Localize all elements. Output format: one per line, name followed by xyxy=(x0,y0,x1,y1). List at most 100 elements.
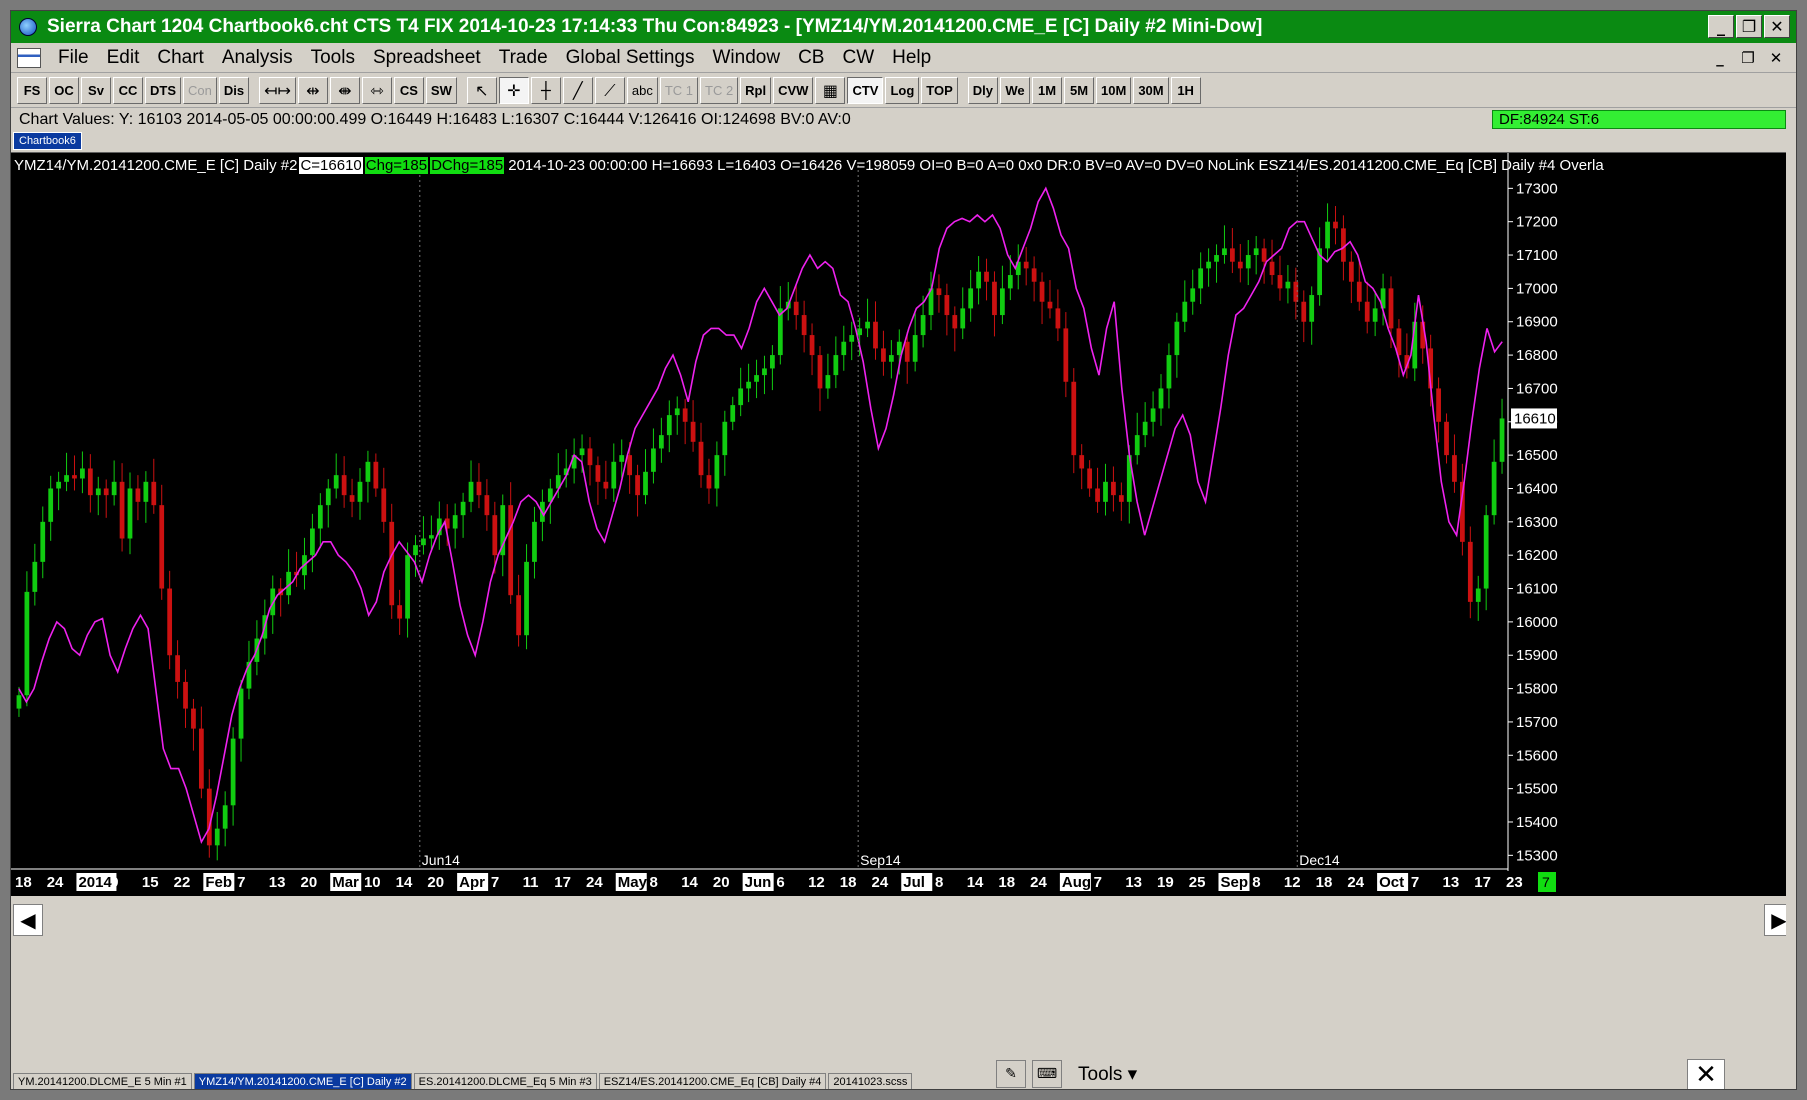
candle-body xyxy=(643,471,648,496)
crosshair-icon[interactable]: ✛ xyxy=(498,77,529,104)
y-tick-label: 16500 xyxy=(1516,447,1558,464)
candle-body xyxy=(627,455,633,476)
sv-button[interactable]: Sv xyxy=(81,77,111,104)
text-tool-button[interactable]: abc xyxy=(626,77,658,104)
candle-body xyxy=(64,475,69,482)
ctv-button[interactable]: CTV xyxy=(847,77,884,104)
1m-button[interactable]: 1M xyxy=(1032,77,1063,104)
10m-button[interactable]: 10M xyxy=(1096,77,1132,104)
sw-button[interactable]: SW xyxy=(425,77,457,104)
menu-window[interactable]: Window xyxy=(704,47,790,69)
signature-icon[interactable]: ✎ xyxy=(996,1060,1026,1088)
log-button[interactable]: Log xyxy=(885,77,920,104)
ray-tool-icon[interactable]: ⟋ xyxy=(594,77,625,104)
daily-button[interactable]: Dly xyxy=(967,77,999,104)
keyboard-icon[interactable]: ⌨ xyxy=(1032,1060,1062,1088)
date-tick-label: 14 xyxy=(967,874,984,891)
cvw-button[interactable]: CVW xyxy=(773,77,814,104)
shrink-range-icon[interactable]: ⇼ xyxy=(329,77,360,104)
candle-body xyxy=(801,315,807,336)
weekly-button[interactable]: We xyxy=(1000,77,1031,104)
y-tick-label: 17300 xyxy=(1516,180,1558,197)
candle-body xyxy=(1007,275,1013,289)
chart-tab-4[interactable]: ESZ14/ES.20141200.CME_Eq [CB] Daily #4 xyxy=(598,1073,827,1089)
menu-chart[interactable]: Chart xyxy=(148,47,212,69)
candle-body xyxy=(635,475,640,496)
candle-body xyxy=(888,355,894,362)
candle-body xyxy=(698,441,704,476)
menu-file[interactable]: File xyxy=(49,47,98,69)
document-icon[interactable] xyxy=(17,47,41,68)
tools-dropdown[interactable]: Tools ▾ xyxy=(1078,1063,1137,1086)
mdi-close-icon[interactable]: ✕ xyxy=(1764,47,1788,69)
chartbook-tab[interactable]: Chartbook6 xyxy=(13,132,82,150)
tc1-button[interactable]: TC 1 xyxy=(659,77,698,104)
menu-bar: File Edit Chart Analysis Tools Spreadshe… xyxy=(11,43,1796,73)
chart-tab-1[interactable]: YM.20141200.DLCME_E 5 Min #1 xyxy=(13,1073,192,1089)
candle-body xyxy=(428,535,434,539)
menu-trade[interactable]: Trade xyxy=(490,47,557,69)
candle-body xyxy=(111,481,117,496)
date-tick-label: 12 xyxy=(1284,874,1301,891)
calendar-icon[interactable]: ▦ xyxy=(815,77,846,104)
mdi-restore-icon[interactable]: ❐ xyxy=(1736,47,1760,69)
1h-button[interactable]: 1H xyxy=(1170,77,1201,104)
candle-body xyxy=(1348,261,1354,282)
menu-global-settings[interactable]: Global Settings xyxy=(557,47,704,69)
oc-button[interactable]: OC xyxy=(49,77,79,104)
cs-button[interactable]: CS xyxy=(393,77,424,104)
candle-body xyxy=(976,271,981,289)
candle-body xyxy=(920,315,926,336)
menu-spreadsheet[interactable]: Spreadsheet xyxy=(364,47,490,69)
chart-tab-2[interactable]: YMZ14/YM.20141200.CME_E [C] Daily #2 xyxy=(193,1073,412,1089)
tc2-button[interactable]: TC 2 xyxy=(700,77,739,104)
menu-cb[interactable]: CB xyxy=(789,47,833,69)
pointer-icon[interactable]: ↖ xyxy=(466,77,497,104)
menu-help[interactable]: Help xyxy=(883,47,940,69)
candle-body xyxy=(452,515,458,529)
con-button[interactable]: Con xyxy=(183,77,217,104)
y-tick-label: 15300 xyxy=(1516,847,1558,864)
price-chart[interactable]: 1730017200171001700016900168001670016600… xyxy=(11,153,1797,897)
date-tick-label: 8 xyxy=(649,874,657,891)
line-tool-icon[interactable]: ╱ xyxy=(562,77,593,104)
30m-button[interactable]: 30M xyxy=(1133,77,1169,104)
chart-region[interactable]: 1730017200171001700016900168001670016600… xyxy=(11,152,1797,897)
scale-range-icon[interactable]: ⇿ xyxy=(361,77,392,104)
close-icon[interactable]: ✕ xyxy=(1764,15,1790,38)
fs-button[interactable]: FS xyxy=(17,77,47,104)
top-button[interactable]: TOP xyxy=(921,77,958,104)
candle-body xyxy=(317,505,323,529)
date-tick-label: 10 xyxy=(364,874,381,891)
candle-body xyxy=(143,481,149,502)
scrollbar-track[interactable] xyxy=(43,904,1759,936)
minimize-icon[interactable]: _ xyxy=(1708,15,1734,38)
zoom-range-icon[interactable]: ↤↦ xyxy=(259,77,296,104)
candle-body xyxy=(1158,388,1164,409)
close-tools-icon[interactable]: ✕ xyxy=(1687,1059,1725,1089)
chart-scrollbar[interactable]: ◀ ▶ xyxy=(11,896,1796,940)
chart-tab-3[interactable]: ES.20141200.DLCME_Eq 5 Min #3 xyxy=(413,1073,597,1089)
mdi-minimize-icon[interactable]: _ xyxy=(1708,47,1732,69)
replay-button[interactable]: Rpl xyxy=(740,77,772,104)
menu-analysis[interactable]: Analysis xyxy=(213,47,302,69)
cursor-icon[interactable]: ┼ xyxy=(530,77,561,104)
chart-tab-5[interactable]: 20141023.scss xyxy=(828,1073,913,1089)
menu-edit[interactable]: Edit xyxy=(98,47,149,69)
date-tick-label: 18 xyxy=(15,874,32,891)
header-details: 2014-10-23 00:00:00 H=16693 L=16403 O=16… xyxy=(508,156,1604,174)
candle-body xyxy=(1222,248,1227,256)
dis-button[interactable]: Dis xyxy=(218,77,250,104)
candle-body xyxy=(1039,281,1045,302)
candle-body xyxy=(341,475,347,496)
y-tick-label: 15700 xyxy=(1516,714,1558,731)
date-tick-label: 12 xyxy=(808,874,825,891)
cc-button[interactable]: CC xyxy=(113,77,143,104)
menu-cw[interactable]: CW xyxy=(833,47,883,69)
dts-button[interactable]: DTS xyxy=(145,77,181,104)
expand-range-icon[interactable]: ⇹ xyxy=(297,77,328,104)
5m-button[interactable]: 5M xyxy=(1064,77,1095,104)
restore-icon[interactable]: ❐ xyxy=(1736,15,1762,38)
menu-tools[interactable]: Tools xyxy=(302,47,364,69)
scroll-left-icon[interactable]: ◀ xyxy=(13,904,43,936)
